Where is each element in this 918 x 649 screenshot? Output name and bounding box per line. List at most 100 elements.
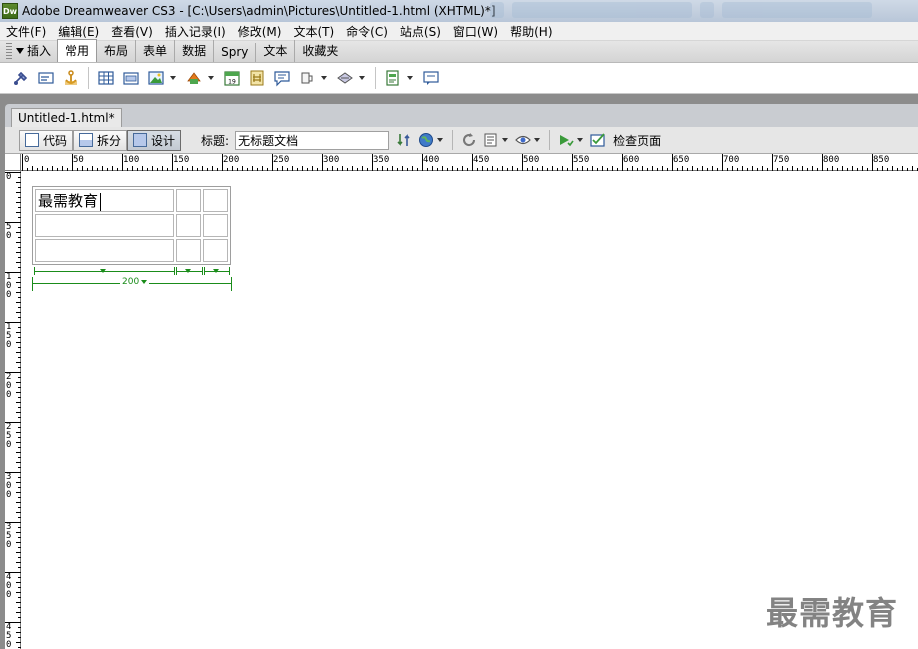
menu-modify[interactable]: 修改(M): [232, 23, 288, 40]
table-width-guide[interactable]: 200: [32, 277, 232, 291]
validate-dropdown-arrow-icon[interactable]: [577, 138, 584, 142]
ruler-v-label: 300: [6, 472, 12, 500]
dreamweaver-logo-icon: Dw: [2, 3, 18, 19]
table-icon[interactable]: [95, 67, 117, 89]
code-view-button[interactable]: 代码: [19, 129, 74, 151]
menu-edit[interactable]: 编辑(E): [52, 23, 105, 40]
check-page-icon[interactable]: [587, 129, 609, 151]
toolbar-separator: [375, 67, 376, 89]
window-title: Adobe Dreamweaver CS3 - [C:\Users\admin\…: [22, 4, 496, 18]
tag-chooser-icon[interactable]: [420, 67, 442, 89]
ruler-v-label: 50: [6, 222, 12, 241]
tab-text[interactable]: 文本: [256, 40, 296, 62]
table-cell[interactable]: [35, 239, 174, 262]
vertical-ruler[interactable]: 0 50 100 150 200 250 300 350 400 450: [5, 171, 21, 649]
table-cell[interactable]: [203, 214, 228, 237]
document-table[interactable]: 最需教育: [32, 186, 231, 265]
design-canvas[interactable]: 最需教育 200: [22, 172, 918, 649]
div-tag-icon[interactable]: [120, 67, 142, 89]
insert-panel-title: 插入: [27, 44, 52, 58]
tab-spry[interactable]: Spry: [214, 43, 257, 62]
table-row: [35, 239, 228, 262]
server-side-include-icon[interactable]: [246, 67, 268, 89]
document-tab[interactable]: Untitled-1.html*: [11, 108, 122, 127]
menu-text[interactable]: 文本(T): [287, 23, 340, 40]
design-view-button[interactable]: 设计: [127, 129, 182, 151]
ruler-h-label: 700: [723, 155, 740, 165]
menu-help[interactable]: 帮助(H): [504, 23, 558, 40]
ruler-h-label: 550: [573, 155, 590, 165]
email-link-icon[interactable]: [35, 67, 57, 89]
ruler-h-label: 450: [473, 155, 490, 165]
page-title-input[interactable]: [235, 130, 390, 150]
ruler-v-label: 200: [6, 372, 12, 400]
ruler-h-label: 50: [73, 155, 84, 165]
ruler-origin[interactable]: [5, 154, 21, 171]
ruler-h-label: 250: [273, 155, 290, 165]
date-icon[interactable]: 19: [221, 67, 243, 89]
preview-in-browser-icon[interactable]: [415, 129, 437, 151]
script-dropdown-arrow-icon[interactable]: [359, 76, 365, 80]
menu-view[interactable]: 查看(V): [105, 23, 159, 40]
ruler-h-label: 300: [323, 155, 340, 165]
title-bar: Dw Adobe Dreamweaver CS3 - [C:\Users\adm…: [0, 0, 918, 22]
head-tags-icon[interactable]: [296, 67, 318, 89]
hyperlink-icon[interactable]: [10, 67, 32, 89]
table-cell[interactable]: [176, 239, 201, 262]
column-menu-arrow-icon[interactable]: [213, 269, 219, 273]
split-view-button[interactable]: 拆分: [73, 129, 128, 151]
media-icon[interactable]: [183, 67, 205, 89]
table-width-label[interactable]: 200: [120, 277, 150, 287]
image-dropdown-arrow-icon[interactable]: [170, 76, 176, 80]
ruler-h-label: 850: [873, 155, 890, 165]
menu-site[interactable]: 站点(S): [394, 23, 447, 40]
table-cell[interactable]: [203, 239, 228, 262]
refresh-icon[interactable]: [458, 129, 480, 151]
script-icon[interactable]: [334, 67, 356, 89]
tab-favorites[interactable]: 收藏夹: [295, 40, 345, 62]
tab-layout[interactable]: 布局: [97, 40, 137, 62]
ruler-h-label: 800: [823, 155, 840, 165]
table-cell[interactable]: [35, 214, 174, 237]
ruler-v-label: 150: [6, 322, 12, 350]
ruler-h-label: 350: [373, 155, 390, 165]
toolbar-separator: [88, 67, 89, 89]
menu-insert[interactable]: 插入记录(I): [159, 23, 232, 40]
visual-aids-dropdown-arrow-icon[interactable]: [534, 138, 541, 142]
ruler-h-label: 0: [24, 155, 30, 165]
templates-icon[interactable]: [382, 67, 404, 89]
check-page-button[interactable]: 检查页面: [613, 132, 661, 149]
tab-common[interactable]: 常用: [57, 39, 98, 62]
menu-file[interactable]: 文件(F): [0, 23, 52, 40]
image-icon[interactable]: [145, 67, 167, 89]
media-dropdown-arrow-icon[interactable]: [208, 76, 214, 80]
horizontal-ruler[interactable]: 0 50 100 150 200 250 300 350 400 450 500…: [21, 154, 918, 171]
insert-panel-toggle[interactable]: 插入: [14, 42, 57, 62]
templates-dropdown-arrow-icon[interactable]: [407, 76, 413, 80]
background-window-ghost: [490, 2, 872, 18]
panel-grip-icon[interactable]: [6, 43, 12, 59]
comment-icon[interactable]: [271, 67, 293, 89]
table-row: 最需教育: [35, 189, 228, 212]
menu-window[interactable]: 窗口(W): [447, 23, 504, 40]
named-anchor-icon[interactable]: [60, 67, 82, 89]
table-cell[interactable]: [203, 189, 228, 212]
visual-aids-icon[interactable]: [512, 129, 534, 151]
preview-dropdown-arrow-icon[interactable]: [437, 138, 444, 142]
validate-markup-icon[interactable]: [555, 129, 577, 151]
table-cell[interactable]: [176, 214, 201, 237]
column-menu-arrow-icon[interactable]: [185, 269, 191, 273]
column-width-guides[interactable]: [34, 267, 230, 275]
table-cell[interactable]: [176, 189, 201, 212]
menu-commands[interactable]: 命令(C): [340, 23, 394, 40]
head-dropdown-arrow-icon[interactable]: [321, 76, 327, 80]
document-toolbar: 代码 拆分 设计 标题: 检查页面: [5, 127, 918, 154]
tab-forms[interactable]: 表单: [136, 40, 176, 62]
table-cell[interactable]: 最需教育: [35, 189, 174, 212]
collapse-triangle-icon: [16, 47, 24, 54]
file-management-icon[interactable]: [393, 129, 415, 151]
tab-data[interactable]: 数据: [175, 40, 215, 62]
column-menu-arrow-icon[interactable]: [100, 269, 106, 273]
view-options-icon[interactable]: [480, 129, 502, 151]
view-options-dropdown-arrow-icon[interactable]: [502, 138, 509, 142]
